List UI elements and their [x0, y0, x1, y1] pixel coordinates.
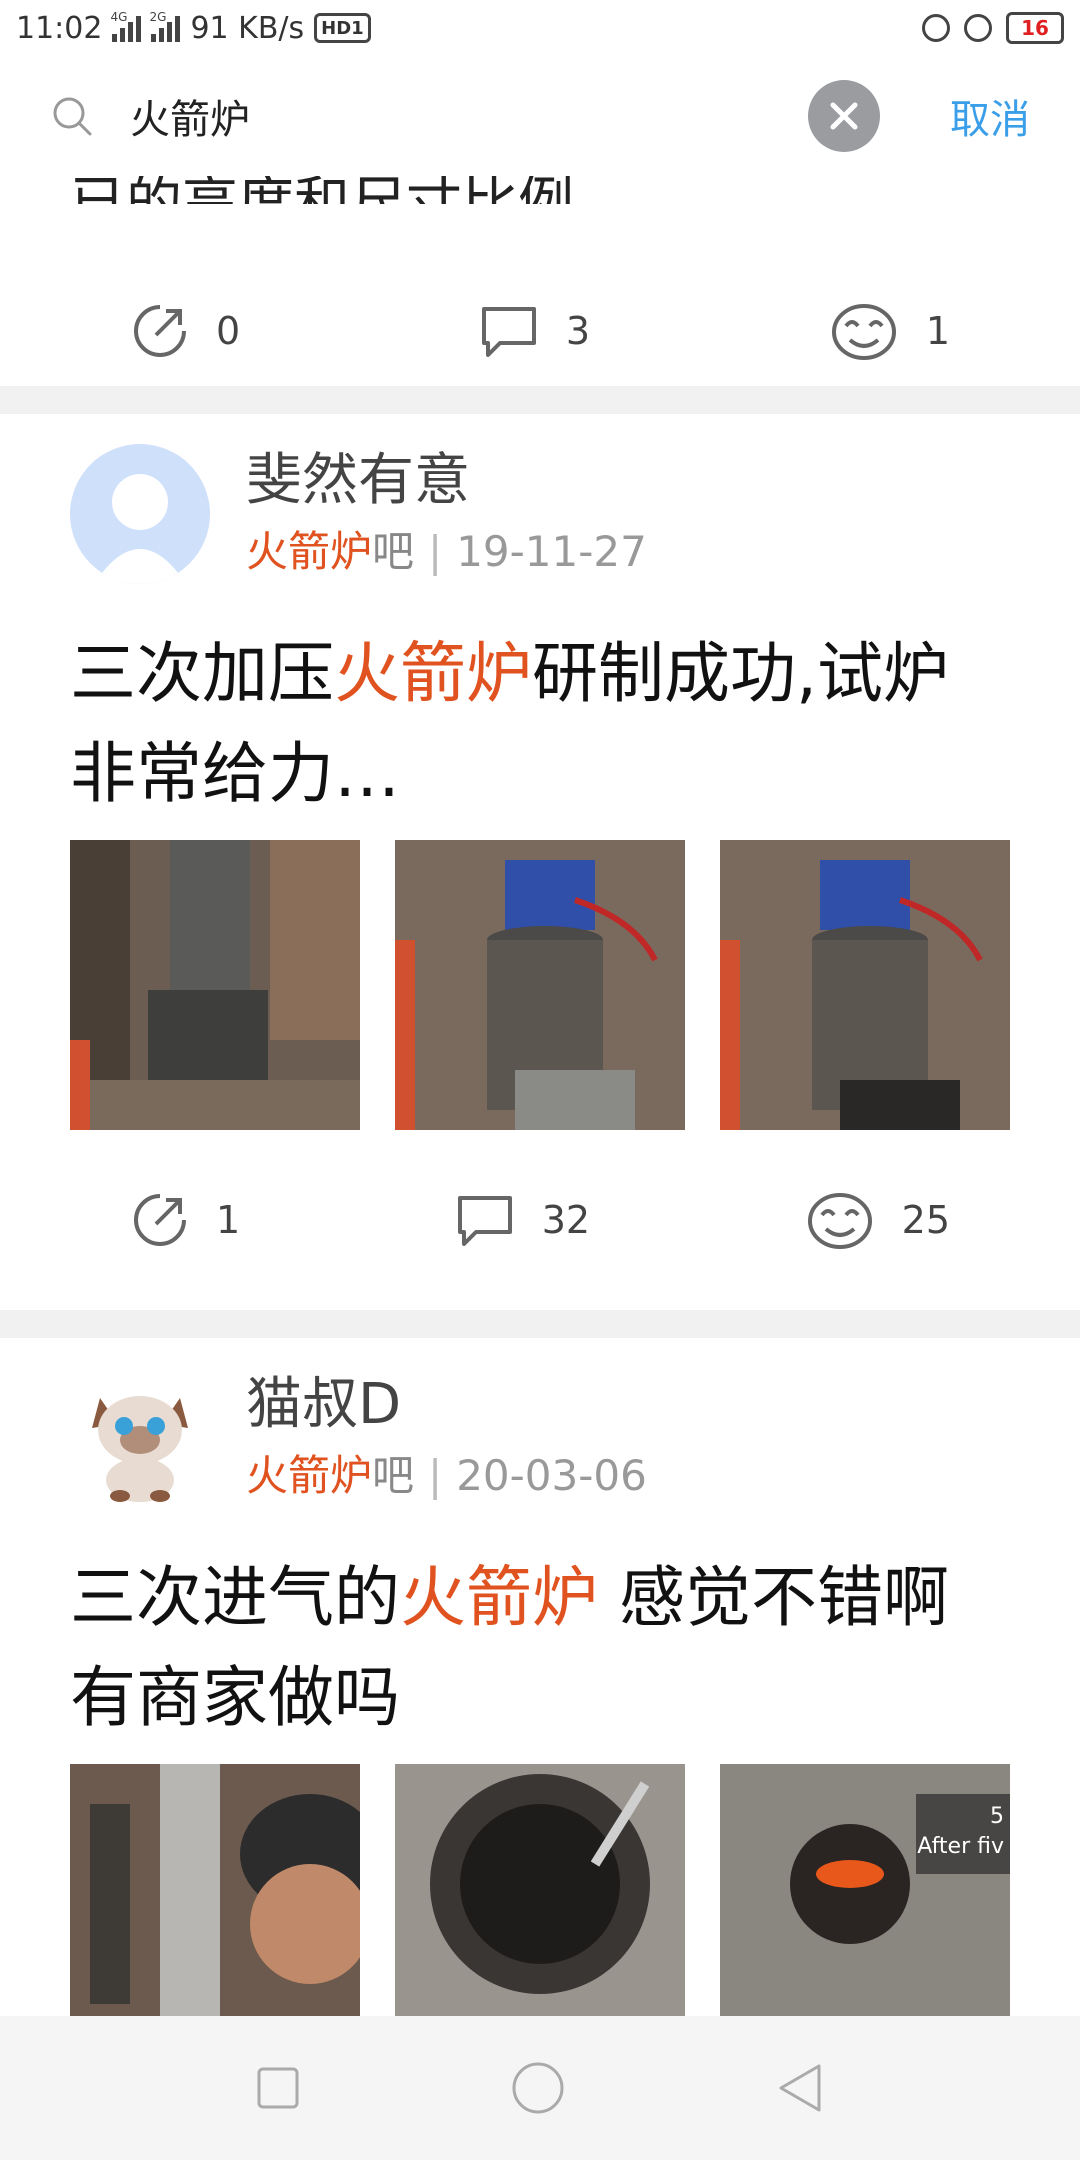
like-button[interactable]: 25: [804, 1189, 950, 1251]
cancel-button[interactable]: 取消: [950, 87, 1030, 145]
username[interactable]: 猫叔D: [246, 1370, 647, 1440]
meta-separator: |: [428, 1451, 443, 1500]
post-image[interactable]: [70, 840, 360, 1130]
search-icon: [53, 97, 92, 136]
default-avatar-icon: [70, 444, 210, 584]
clear-button[interactable]: [808, 80, 880, 152]
forum-name[interactable]: 火箭炉: [246, 527, 372, 576]
username[interactable]: 斐然有意: [246, 446, 647, 516]
post-date: 19-11-27: [456, 527, 647, 576]
home-icon[interactable]: [510, 2060, 566, 2116]
comment-count: 3: [565, 309, 591, 353]
share-icon: [134, 1194, 186, 1246]
post-title[interactable]: 三次进气的火箭炉 感觉不错啊 有商家做吗: [70, 1548, 1010, 1748]
battery-icon: 16: [1006, 12, 1064, 44]
forum-suffix: 吧: [372, 1451, 415, 1500]
post-actions: 1 32 25: [0, 1130, 1080, 1310]
title-text: 三次进气的: [70, 1559, 400, 1636]
share-icon: [134, 305, 186, 357]
title-keyword: 火箭炉: [400, 1559, 598, 1636]
like-count: 25: [901, 1198, 950, 1242]
feed-divider: [0, 386, 1080, 414]
share-count: 1: [216, 1198, 241, 1242]
previous-post-title[interactable]: 已的高度和尺寸比例…: [70, 176, 630, 204]
post-date: 20-03-06: [456, 1451, 647, 1500]
hd-badge: HD1: [314, 13, 371, 43]
like-button[interactable]: 1: [828, 300, 950, 362]
search-bar: 火箭炉 取消: [0, 56, 1080, 176]
signal-icon: 4G: [110, 10, 142, 42]
title-text: 三次加压: [70, 635, 334, 712]
network-speed: 91 KB/s: [190, 10, 305, 46]
like-icon: [831, 304, 896, 360]
feed-divider: [0, 1310, 1080, 1338]
post-card[interactable]: 猫叔D 火箭炉吧|20-03-06 三次进气的火箭炉 感觉不错啊 有商家做吗: [0, 1338, 1080, 2054]
title-keyword: 火箭炉: [334, 635, 532, 712]
comment-icon: [457, 1196, 512, 1246]
post-title[interactable]: 三次加压火箭炉研制成功,试炉非常给力…: [70, 624, 1010, 824]
post-image[interactable]: [395, 1764, 685, 2054]
share-button[interactable]: 0: [130, 301, 240, 361]
back-icon[interactable]: [775, 2060, 825, 2116]
comment-count: 32: [541, 1198, 591, 1242]
share-button[interactable]: 1: [130, 1190, 240, 1250]
avatar[interactable]: [70, 444, 210, 584]
post-card[interactable]: 斐然有意 火箭炉吧 | 19-11-27 三次加压火箭炉研制成功,试炉非常给力…: [0, 414, 1080, 1130]
status-bar: 11:02 4G 2G 91 KB/s HD1 16: [0, 0, 1080, 56]
forum-suffix: 吧: [372, 527, 415, 576]
post-image[interactable]: [395, 840, 685, 1130]
forum-name[interactable]: 火箭炉: [246, 1451, 372, 1500]
like-icon: [807, 1193, 872, 1249]
like-count: 1: [925, 309, 950, 353]
video-overlay: 5 After fiv: [917, 1804, 1004, 1859]
navigation-bar: [0, 2016, 1080, 2160]
post-image[interactable]: [720, 840, 1010, 1130]
post-images: 5 After fiv: [70, 1764, 1010, 2054]
avatar[interactable]: [70, 1368, 210, 1508]
comment-button[interactable]: 3: [478, 301, 590, 361]
comment-icon: [481, 307, 536, 357]
alarm-icon: [964, 14, 992, 42]
clear-icon: [830, 102, 858, 130]
previous-post-actions: 0 3 1: [0, 276, 1080, 386]
meta-separator: |: [428, 527, 443, 576]
cat-avatar-icon: [70, 1368, 210, 1508]
recents-icon[interactable]: [255, 2065, 301, 2111]
comment-button[interactable]: 32: [454, 1190, 590, 1250]
post-image[interactable]: [70, 1764, 360, 2054]
share-count: 0: [216, 309, 241, 353]
search-input[interactable]: 火箭炉: [130, 87, 808, 145]
status-time: 11:02: [16, 10, 103, 46]
post-images: [70, 840, 1010, 1130]
lock-rotation-icon: [922, 14, 950, 42]
signal-icon-2: 2G: [149, 10, 181, 42]
post-image-video[interactable]: 5 After fiv: [720, 1764, 1010, 2054]
